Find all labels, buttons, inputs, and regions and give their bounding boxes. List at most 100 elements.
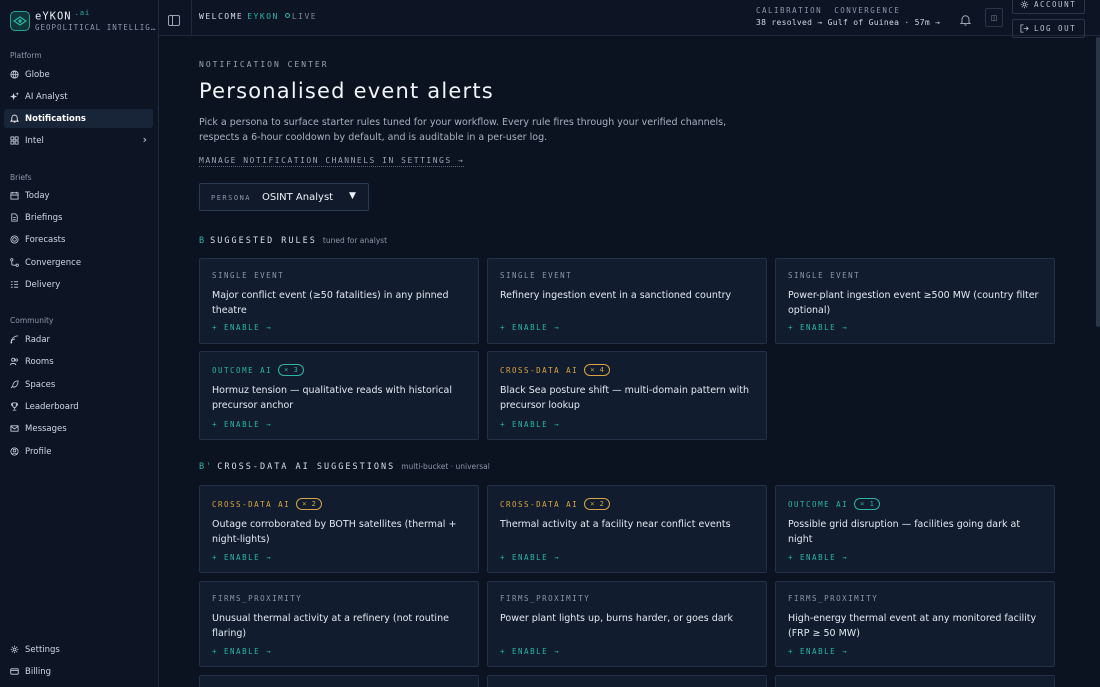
caret-down-icon: ▼ [349,191,356,201]
persona-value: OSINT Analyst [262,191,334,203]
ai-count-badge: × 4 [584,364,611,376]
nav-section-community: Community [10,316,54,325]
rule-kind: OUTCOME AI × 3 [212,364,305,376]
sidebar-item-spaces[interactable]: Spaces [4,375,153,394]
rule-card: CROSS-DATA AI × 2 Thermal activity at a f… [487,485,767,573]
grid-icon [10,136,19,145]
rule-title: High-energy thermal event at any monitor… [788,613,1037,639]
sidebar-item-label: Today [25,190,50,201]
enable-rule-button[interactable]: + ENABLE → [500,647,560,656]
rule-kind: SINGLE EVENT [500,271,573,280]
persona-label: PERSONA [211,194,252,202]
sidebar-item-globe[interactable]: Globe [4,65,153,84]
calibration-label: CALIBRATION [756,6,823,15]
gear-icon [1020,0,1029,9]
layout-toggle-button[interactable]: ◫ [985,8,1003,27]
sidebar-item-label: Spaces [25,379,56,390]
manage-channels-link[interactable]: MANAGE NOTIFICATION CHANNELS IN SETTINGS… [199,156,465,167]
rule-title: Thermal activity at a facility near conf… [500,519,731,530]
convergence-location-link[interactable]: Gulf of Guinea · 57m → [828,18,941,27]
rule-kind: FIRMS_PROXIMITY [212,594,303,603]
calibration-header: CALIBRATION CONVERGENCE [756,6,900,15]
account-button[interactable]: ACCOUNT [1012,0,1085,14]
eye-logo-icon [10,11,30,31]
nodes-icon [10,258,19,267]
sidebar-item-delivery[interactable]: Delivery [4,275,153,294]
enable-rule-button[interactable]: + ENABLE → [500,323,560,332]
section-suggested-rules-heading: B SUGGESTED RULES tuned for analyst [199,236,388,246]
sidebar-item-forecasts[interactable]: Forecasts [4,230,153,249]
document-icon [10,213,19,222]
sidebar-item-convergence[interactable]: Convergence [4,253,153,272]
rule-title: Power plant lights up, burns harder, or … [500,613,733,624]
list-icon [10,280,19,289]
globe-icon [10,70,19,79]
rule-title: Black Sea posture shift — multi-domain p… [500,385,749,411]
sidebar-item-messages[interactable]: Messages [4,419,153,438]
logout-button[interactable]: LOG OUT [1012,19,1085,38]
sidebar-item-notifications[interactable]: Notifications [4,109,153,128]
enable-rule-button[interactable]: + ENABLE → [788,647,848,656]
users-icon [10,357,19,366]
rule-card: FIRMS_PROXIMITY Unusual thermal activity… [199,581,479,667]
enable-rule-button[interactable]: + ENABLE → [788,323,848,332]
rule-title: Refinery ingestion event in a sanctioned… [500,290,732,301]
sidebar-item-intel[interactable]: Intel › [4,131,153,150]
rocket-icon [10,380,19,389]
persona-select[interactable]: PERSONA OSINT Analyst ▼ [199,183,369,211]
logout-icon [1020,24,1029,33]
enable-rule-button[interactable]: + ENABLE → [500,553,560,562]
sidebar-item-label: Forecasts [25,234,66,245]
rule-kind: FIRMS_PROXIMITY [500,594,591,603]
enable-rule-button[interactable]: + ENABLE → [212,553,272,562]
sidebar-item-label: AI Analyst [25,91,68,102]
sidebar-item-rooms[interactable]: Rooms [4,352,153,371]
rule-card: CROSS-DATA AI × 4 Black Sea posture shift… [487,351,767,440]
enable-rule-button[interactable]: + ENABLE → [212,323,272,332]
sidebar-item-leaderboard[interactable]: Leaderboard [4,397,153,416]
sidebar-item-today[interactable]: Today [4,186,153,205]
sidebar-item-label: Convergence [25,257,82,268]
bell-icon[interactable] [959,11,972,26]
card-icon [10,667,19,676]
enable-rule-button[interactable]: + ENABLE → [788,553,848,562]
trophy-icon [10,402,19,411]
nav-section-briefs: Briefs [10,173,32,182]
rule-kind: SINGLE EVENT [212,271,285,280]
enable-rule-button[interactable]: + ENABLE → [212,420,272,429]
sidebar-item-radar[interactable]: Radar [4,330,153,349]
bell-icon [10,114,19,123]
rule-title: Unusual thermal activity at a refinery (… [212,613,449,639]
page-title: Personalised event alerts [199,79,494,103]
target-icon [10,235,19,244]
resolved-link[interactable]: 38 resolved → [756,18,823,27]
sidebar-item-billing[interactable]: Billing [4,662,153,681]
rule-card: FIRMS_PROXIMITY High-energy thermal even… [775,581,1055,667]
topbar: WELCOME EYKON LIVE CALIBRATION CONVERGENCE… [159,0,1100,38]
sidebar-item-briefings[interactable]: Briefings [4,208,153,227]
rule-card-partial [775,675,1055,687]
brand[interactable]: eYKON .ai GEOPOLITICAL INTELLIG… [10,9,155,33]
rule-kind: SINGLE EVENT [788,271,861,280]
sidebar-item-settings[interactable]: Settings [4,640,153,659]
section-cross-data-heading: B' CROSS-DATA AI SUGGESTIONS multi-bucket … [199,462,490,472]
rule-card: SINGLE EVENT Refinery ingestion event in… [487,258,767,344]
enable-rule-button[interactable]: + ENABLE → [500,420,560,429]
enable-rule-button[interactable]: + ENABLE → [212,647,272,656]
sidebar-item-label: Settings [25,644,60,655]
calibration-links: 38 resolved → Gulf of Guinea · 57m → [756,18,940,27]
main-content: NOTIFICATION CENTER Personalised event a… [159,37,1100,687]
sidebar-item-ai-analyst[interactable]: AI Analyst [4,87,153,106]
sidebar-toggle-icon[interactable] [168,11,182,26]
sidebar-item-label: Billing [25,666,52,677]
rule-card: CROSS-DATA AI × 2 Outage corroborated by … [199,485,479,573]
sidebar-item-label: Profile [25,446,52,457]
topbar-divider [191,0,192,36]
ai-count-badge: × 2 [584,498,611,510]
sidebar-item-label: Briefings [25,212,63,223]
sidebar-item-label: Globe [25,69,50,80]
nav-section-platform: Platform [10,51,42,60]
rule-card-partial [487,675,767,687]
sidebar-item-profile[interactable]: Profile [4,442,153,461]
rule-card: SINGLE EVENT Major conflict event (≥50 f… [199,258,479,344]
